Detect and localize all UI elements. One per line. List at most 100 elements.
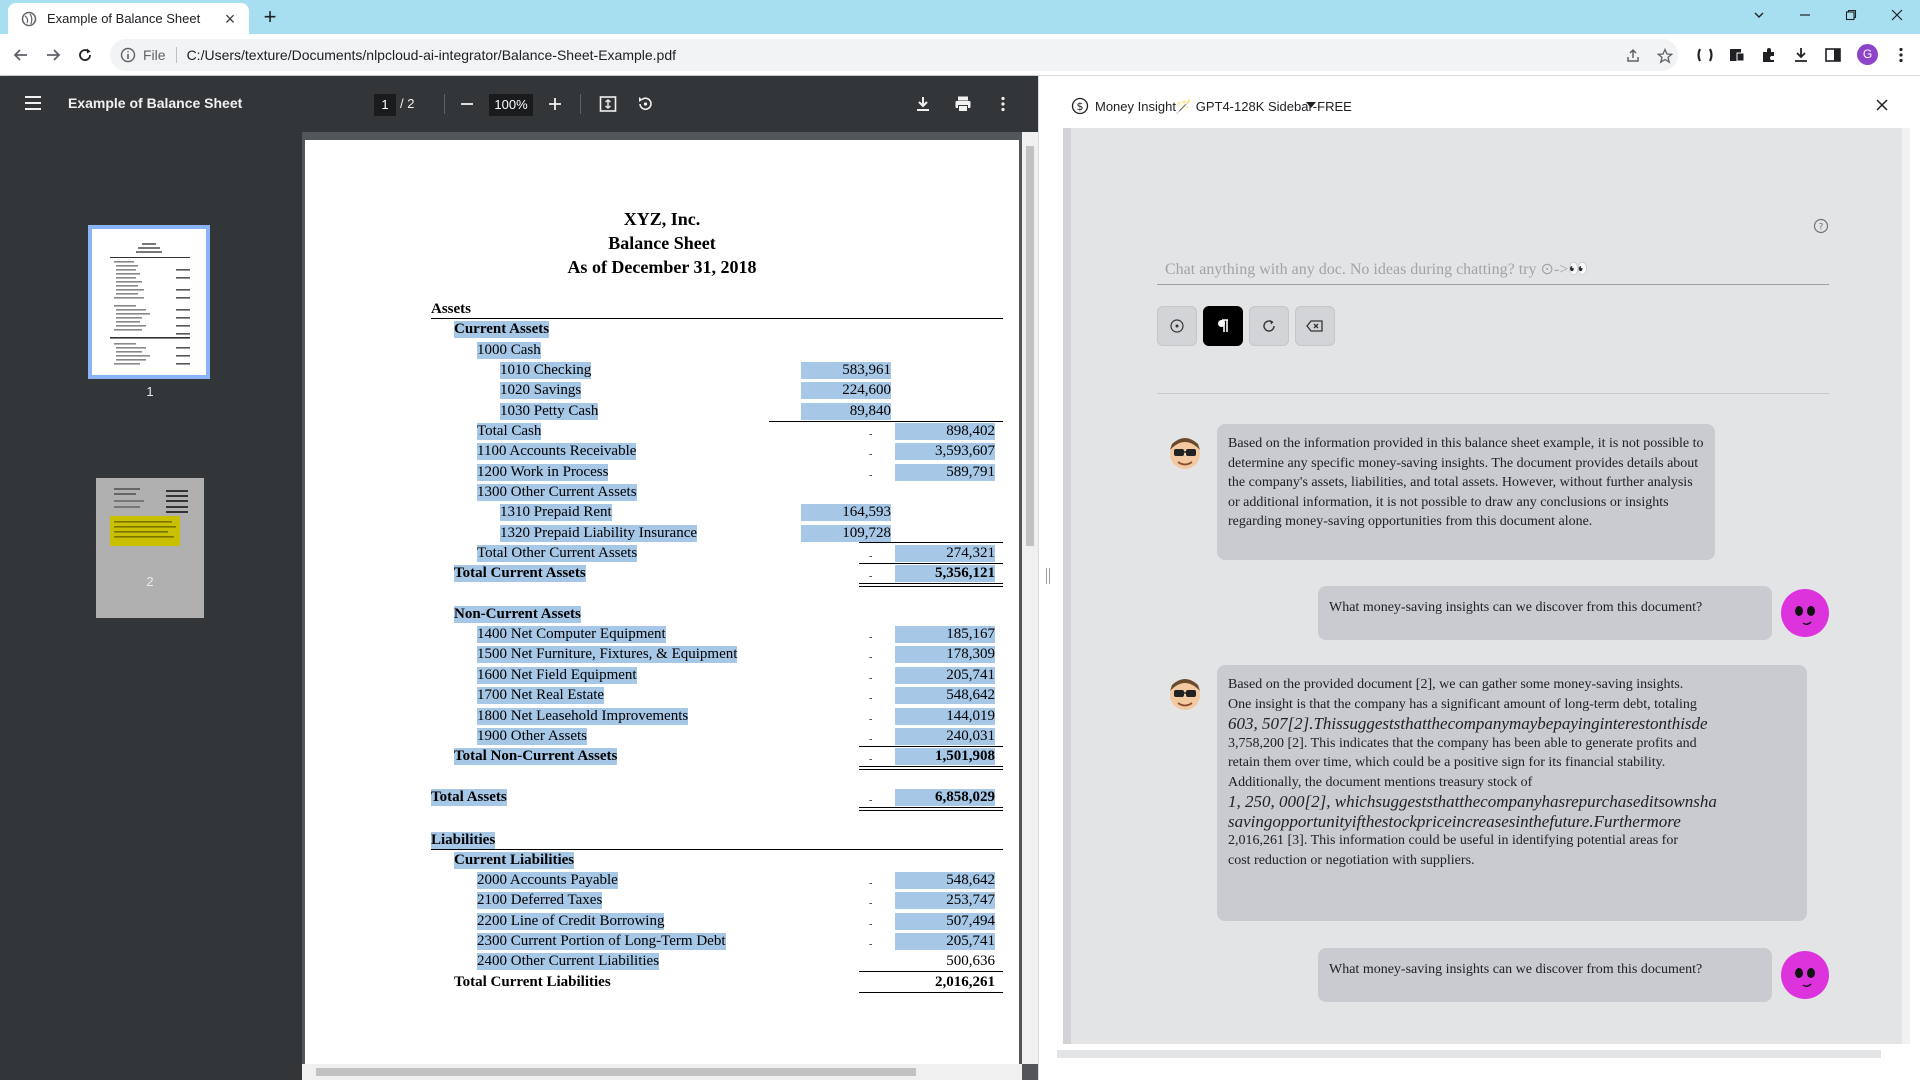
dash: - (869, 919, 873, 930)
chat-message-bot: Based on the provided document [2], we c… (1217, 665, 1807, 921)
scrollbar-thumb[interactable] (1026, 146, 1034, 546)
row-label: 2400 Other Current Liabilities (477, 953, 660, 970)
reload-button[interactable] (73, 43, 97, 67)
new-tab-button[interactable]: + (259, 6, 281, 28)
row-label: 1600 Net Field Equipment (477, 667, 637, 684)
browser-tab[interactable]: Example of Balance Sheet × (8, 3, 249, 34)
zoom-input[interactable]: 100% (489, 94, 533, 116)
page-thumbnail-image (110, 243, 190, 365)
minimize-icon (1800, 14, 1810, 16)
resize-grip[interactable] (1046, 568, 1050, 584)
side-panel-resizer[interactable] (1038, 76, 1057, 1080)
refresh-button[interactable] (1249, 306, 1289, 346)
tab-close-icon[interactable]: × (221, 10, 239, 28)
row-value: 89,840 (801, 403, 891, 420)
row-value: 1,501,908 (895, 748, 995, 765)
extension-2-button[interactable] (1726, 44, 1748, 66)
thumbnail-label: 1 (146, 384, 154, 399)
row-label: Total Other Current Assets (477, 545, 638, 562)
tab-title: Example of Balance Sheet (47, 11, 201, 26)
scrollbar-thumb[interactable] (316, 1068, 916, 1076)
help-icon[interactable]: ? (1813, 218, 1829, 234)
rule (859, 563, 1003, 564)
clear-button[interactable] (1295, 306, 1335, 346)
toolbar-divider (444, 94, 445, 114)
extensions-button[interactable] (1758, 44, 1780, 66)
math-text: 1, 250, 000[2], whichsuggeststhatthecomp… (1228, 792, 1717, 811)
row-label: Current Liabilities (454, 852, 575, 869)
pdf-more-button[interactable] (991, 92, 1015, 116)
page-thumbnail-1[interactable] (88, 225, 210, 379)
row-label: 1320 Prepaid Liability Insurance (500, 525, 698, 542)
profile-avatar[interactable]: G (1857, 44, 1878, 65)
address-bar[interactable]: File C:/Users/texture/Documents/nlpcloud… (110, 39, 1678, 71)
chat-input[interactable]: Chat anything with any doc. No ideas dur… (1157, 253, 1829, 285)
chrome-menu-button[interactable] (1890, 44, 1912, 66)
row-value: 144,019 (895, 708, 995, 725)
suggest-button[interactable] (1157, 306, 1197, 346)
smiley-icon (1795, 968, 1815, 987)
rotate-button[interactable] (633, 92, 657, 116)
page-thumbnail-2[interactable] (96, 478, 204, 618)
dash: - (869, 898, 873, 909)
minus-icon (461, 103, 473, 105)
info-icon[interactable] (120, 47, 136, 63)
row-value: 507,494 (895, 913, 995, 930)
arrow-left-icon (13, 49, 27, 61)
pdf-vertical-scrollbar[interactable] (1022, 132, 1038, 1064)
thumbnail-sidebar: 1 2 (0, 132, 302, 1080)
plus-icon (549, 98, 561, 110)
dropdown-arrow-icon[interactable] (1305, 100, 1317, 110)
row-label: 1010 Checking (500, 362, 592, 379)
dash: - (869, 551, 873, 562)
dash: - (869, 449, 873, 460)
row-label: 2300 Current Portion of Long-Term Debt (477, 933, 726, 950)
row-label: 1400 Net Computer Equipment (477, 626, 666, 643)
row-label: 2000 Accounts Payable (477, 872, 618, 889)
document-icon (1730, 49, 1745, 62)
side-panel-button[interactable] (1822, 44, 1844, 66)
fit-page-button[interactable] (596, 92, 620, 116)
print-button[interactable] (951, 92, 975, 116)
side-panel-header: $ Money Insight🪄 GPT4-128K Sidebar-FREE (1057, 90, 1920, 120)
extension-1-button[interactable] (1694, 44, 1716, 66)
row-value: 6,858,029 (895, 789, 995, 806)
row-value: 500,636 (946, 953, 995, 969)
rule (859, 542, 1003, 543)
zoom-out-button[interactable] (455, 92, 479, 116)
user-avatar (1781, 589, 1829, 637)
rule (859, 971, 1003, 972)
user-avatar (1781, 951, 1829, 999)
zoom-in-button[interactable] (543, 92, 567, 116)
double-rule (859, 807, 1003, 811)
close-icon[interactable] (1875, 98, 1889, 112)
forward-button[interactable] (41, 43, 65, 67)
rule (431, 849, 1003, 850)
download-pdf-button[interactable] (911, 92, 935, 116)
share-button[interactable] (1623, 46, 1643, 66)
pdf-viewer: Example of Balance Sheet 1 / 2 100% 1 2 … (0, 76, 1038, 1080)
pdf-page-area[interactable]: XYZ, Inc. Balance Sheet As of December 3… (302, 132, 1038, 1080)
row-value: 548,642 (895, 872, 995, 889)
row-label: Total Cash (477, 423, 542, 440)
minimize-button[interactable] (1782, 0, 1828, 30)
back-button[interactable] (9, 43, 33, 67)
close-window-button[interactable] (1874, 0, 1920, 30)
row-value: 109,728 (801, 525, 891, 542)
restore-button[interactable] (1828, 0, 1874, 30)
tab-search-button[interactable] (1736, 0, 1782, 30)
dash: - (869, 571, 873, 582)
downloads-button[interactable] (1790, 44, 1812, 66)
menu-icon[interactable] (23, 94, 43, 112)
paragraph-button[interactable] (1203, 306, 1243, 346)
dash: - (869, 714, 873, 725)
pdf-horizontal-scrollbar[interactable] (302, 1064, 1022, 1080)
url-text[interactable]: C:/Users/texture/Documents/nlpcloud-ai-i… (187, 47, 1678, 63)
globe-icon (21, 11, 37, 26)
chat-horizontal-scrollbar[interactable] (1057, 1050, 1881, 1058)
bookmark-button[interactable] (1655, 46, 1675, 66)
side-panel: $ Money Insight🪄 GPT4-128K Sidebar-FREE … (1057, 76, 1920, 1080)
chat-scrollbar[interactable] (1902, 128, 1910, 1044)
eraser-icon (1306, 320, 1323, 332)
page-number-input[interactable]: 1 (374, 94, 396, 116)
